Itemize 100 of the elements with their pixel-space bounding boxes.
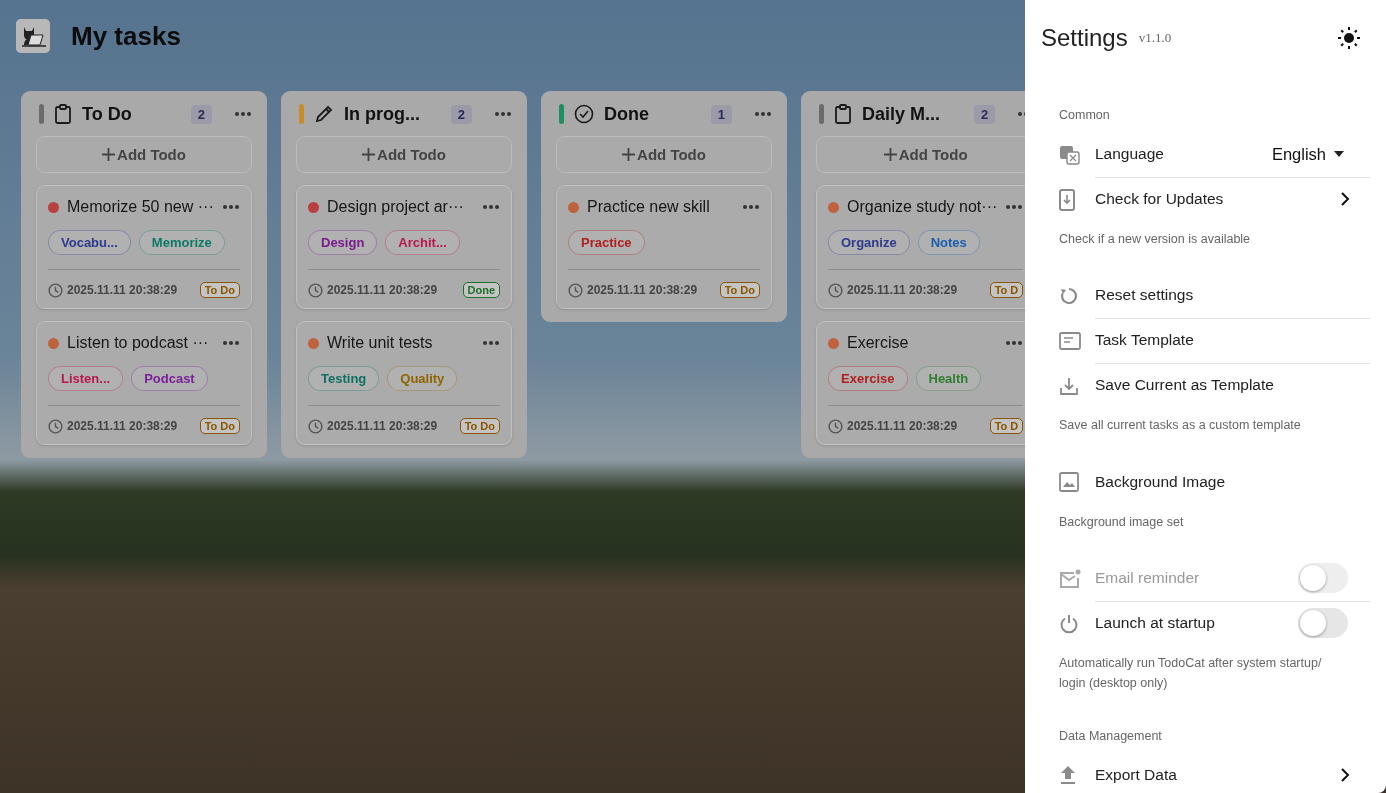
task-timestamp: 2025.11.11 20:38:29 bbox=[327, 419, 439, 433]
more-icon[interactable] bbox=[222, 204, 240, 210]
sun-icon[interactable] bbox=[1337, 26, 1361, 50]
add-todo-button[interactable]: Add Todo bbox=[556, 136, 772, 173]
power-icon bbox=[1059, 613, 1079, 634]
clock-icon bbox=[828, 418, 843, 434]
setting-label: Language bbox=[1095, 145, 1165, 163]
more-icon[interactable] bbox=[482, 340, 500, 346]
task-title: Listen to podcast ··· bbox=[67, 334, 210, 352]
setting-item[interactable]: Check for Updates bbox=[1095, 190, 1340, 208]
tag-chip: Design bbox=[308, 230, 378, 255]
chevron-right-icon[interactable] bbox=[1340, 767, 1350, 782]
task-timestamp: 2025.11.11 20:38:29 bbox=[587, 283, 699, 297]
status-label: To D bbox=[989, 418, 1024, 434]
tag-chip: Exercise bbox=[828, 366, 908, 391]
caret-icon[interactable] bbox=[1334, 151, 1344, 157]
column-title: Daily M... bbox=[862, 103, 942, 125]
tag-chip: Health bbox=[915, 366, 982, 391]
task-count: 2 bbox=[974, 104, 996, 124]
tag-chip: Testing bbox=[308, 366, 380, 391]
column-title: Done bbox=[604, 103, 650, 125]
task-card[interactable]: Design project ar··· Design Archit... 2025.11.11 20:38:29 Done bbox=[296, 185, 512, 309]
more-icon[interactable] bbox=[1005, 204, 1024, 210]
language-dropdown[interactable]: English bbox=[1271, 144, 1326, 164]
more-icon[interactable] bbox=[742, 204, 760, 210]
task-card[interactable]: Memorize 50 new ··· Vocabu... Memorize 2025.11.11 20:38:29 To Do bbox=[36, 185, 252, 309]
setting-item[interactable]: Task Template bbox=[1095, 331, 1350, 350]
clock-icon bbox=[828, 282, 843, 298]
app-title: My tasks bbox=[71, 20, 181, 52]
task-card[interactable]: Organize study not··· Organize Notes 2025.11.11 20:38:29 To D bbox=[816, 185, 1025, 309]
download-icon bbox=[1059, 375, 1079, 396]
task-title: Memorize 50 new ··· bbox=[67, 198, 214, 216]
status-label: To Do bbox=[199, 282, 240, 298]
tag-chip: Podcast bbox=[131, 366, 208, 391]
setting-item[interactable]: Save Current as Template bbox=[1095, 376, 1350, 395]
task-count: 1 bbox=[710, 104, 732, 124]
plus-icon bbox=[883, 148, 897, 161]
tag-chip: Quality bbox=[387, 366, 458, 391]
task-card[interactable]: Write unit tests Testing Quality 2025.11.11 20:38:29 To Do bbox=[296, 321, 512, 445]
tag-chip: Memorize bbox=[138, 230, 225, 255]
tag-chip: Listen... bbox=[48, 366, 124, 391]
check-circle-icon bbox=[574, 104, 594, 124]
add-todo-button[interactable]: Add Todo bbox=[296, 136, 512, 173]
status-label: To Do bbox=[459, 418, 500, 434]
plus-icon bbox=[362, 148, 376, 161]
task-timestamp: 2025.11.11 20:38:29 bbox=[847, 283, 959, 297]
cat-logo-icon bbox=[16, 19, 50, 53]
clock-icon bbox=[48, 418, 63, 434]
setting-item[interactable]: Background Image bbox=[1095, 472, 1350, 491]
plus-icon bbox=[102, 148, 116, 161]
status-label: Done bbox=[462, 282, 500, 298]
task-card[interactable]: Listen to podcast ··· Listen... Podcast 2025.11.11 20:38:29 To Do bbox=[36, 321, 252, 445]
setting-description: Background image set bbox=[1059, 513, 1185, 531]
more-icon[interactable] bbox=[222, 340, 240, 346]
more-icon[interactable] bbox=[234, 111, 252, 117]
task-timestamp: 2025.11.11 20:38:29 bbox=[67, 283, 179, 297]
settings-title: Settings bbox=[1041, 24, 1128, 52]
tag-chip: Organize bbox=[828, 230, 910, 255]
clock-icon bbox=[308, 418, 323, 434]
task-title: Write unit tests bbox=[327, 334, 434, 352]
setting-description: Check if a new version is available bbox=[1059, 231, 1252, 248]
task-timestamp: 2025.11.11 20:38:29 bbox=[327, 283, 439, 297]
clock-icon bbox=[48, 282, 63, 298]
mail-icon bbox=[1059, 568, 1081, 589]
more-icon[interactable] bbox=[494, 111, 512, 117]
task-title: Practice new skill bbox=[587, 198, 711, 216]
setting-item[interactable]: Export Data bbox=[1095, 765, 1340, 784]
chevron-right-icon[interactable] bbox=[1340, 192, 1350, 206]
status-label: To Do bbox=[719, 282, 760, 298]
upload-icon bbox=[1059, 765, 1077, 786]
clipboard-icon bbox=[54, 104, 72, 124]
task-card[interactable]: Practice new skill Practice 2025.11.11 20:38:29 To Do bbox=[556, 185, 772, 309]
tag-chip: Notes bbox=[917, 230, 980, 255]
tag-chip: Vocabu... bbox=[48, 230, 131, 255]
image-icon bbox=[1059, 472, 1079, 493]
clock-icon bbox=[568, 282, 583, 298]
tag-chip: Archit... bbox=[385, 230, 460, 255]
column-title: To Do bbox=[82, 103, 133, 125]
task-count: 2 bbox=[190, 104, 212, 124]
setting-description: Automatically run TodoCat after system startup/ login (desktop only) bbox=[1059, 655, 1323, 692]
setting-item[interactable]: Reset settings bbox=[1095, 286, 1350, 305]
version-label: v1.1.0 bbox=[1138, 30, 1173, 46]
more-icon[interactable] bbox=[1005, 340, 1024, 346]
setting-label: Launch at startup bbox=[1095, 614, 1216, 633]
add-todo-button[interactable]: Add Todo bbox=[816, 136, 1025, 173]
task-card[interactable]: Exercise Exercise Health 2025.11.11 20:38:29 To D bbox=[816, 321, 1025, 445]
setting-description: Save all current tasks as a custom template bbox=[1059, 417, 1302, 435]
add-todo-button[interactable]: Add Todo bbox=[36, 136, 252, 173]
more-icon[interactable] bbox=[482, 204, 500, 210]
plus-icon bbox=[622, 148, 636, 161]
section-heading: Data Management bbox=[1059, 728, 1162, 743]
setting-label: Email reminder bbox=[1095, 569, 1201, 588]
section-heading: Common bbox=[1059, 108, 1110, 122]
more-icon[interactable] bbox=[754, 111, 772, 117]
task-timestamp: 2025.11.11 20:38:29 bbox=[847, 419, 959, 433]
task-timestamp: 2025.11.11 20:38:29 bbox=[67, 419, 179, 433]
refresh-icon bbox=[1059, 285, 1079, 306]
toggle-switch[interactable] bbox=[1298, 608, 1348, 639]
task-title: Organize study not··· bbox=[847, 198, 998, 216]
document-icon bbox=[1059, 331, 1081, 350]
